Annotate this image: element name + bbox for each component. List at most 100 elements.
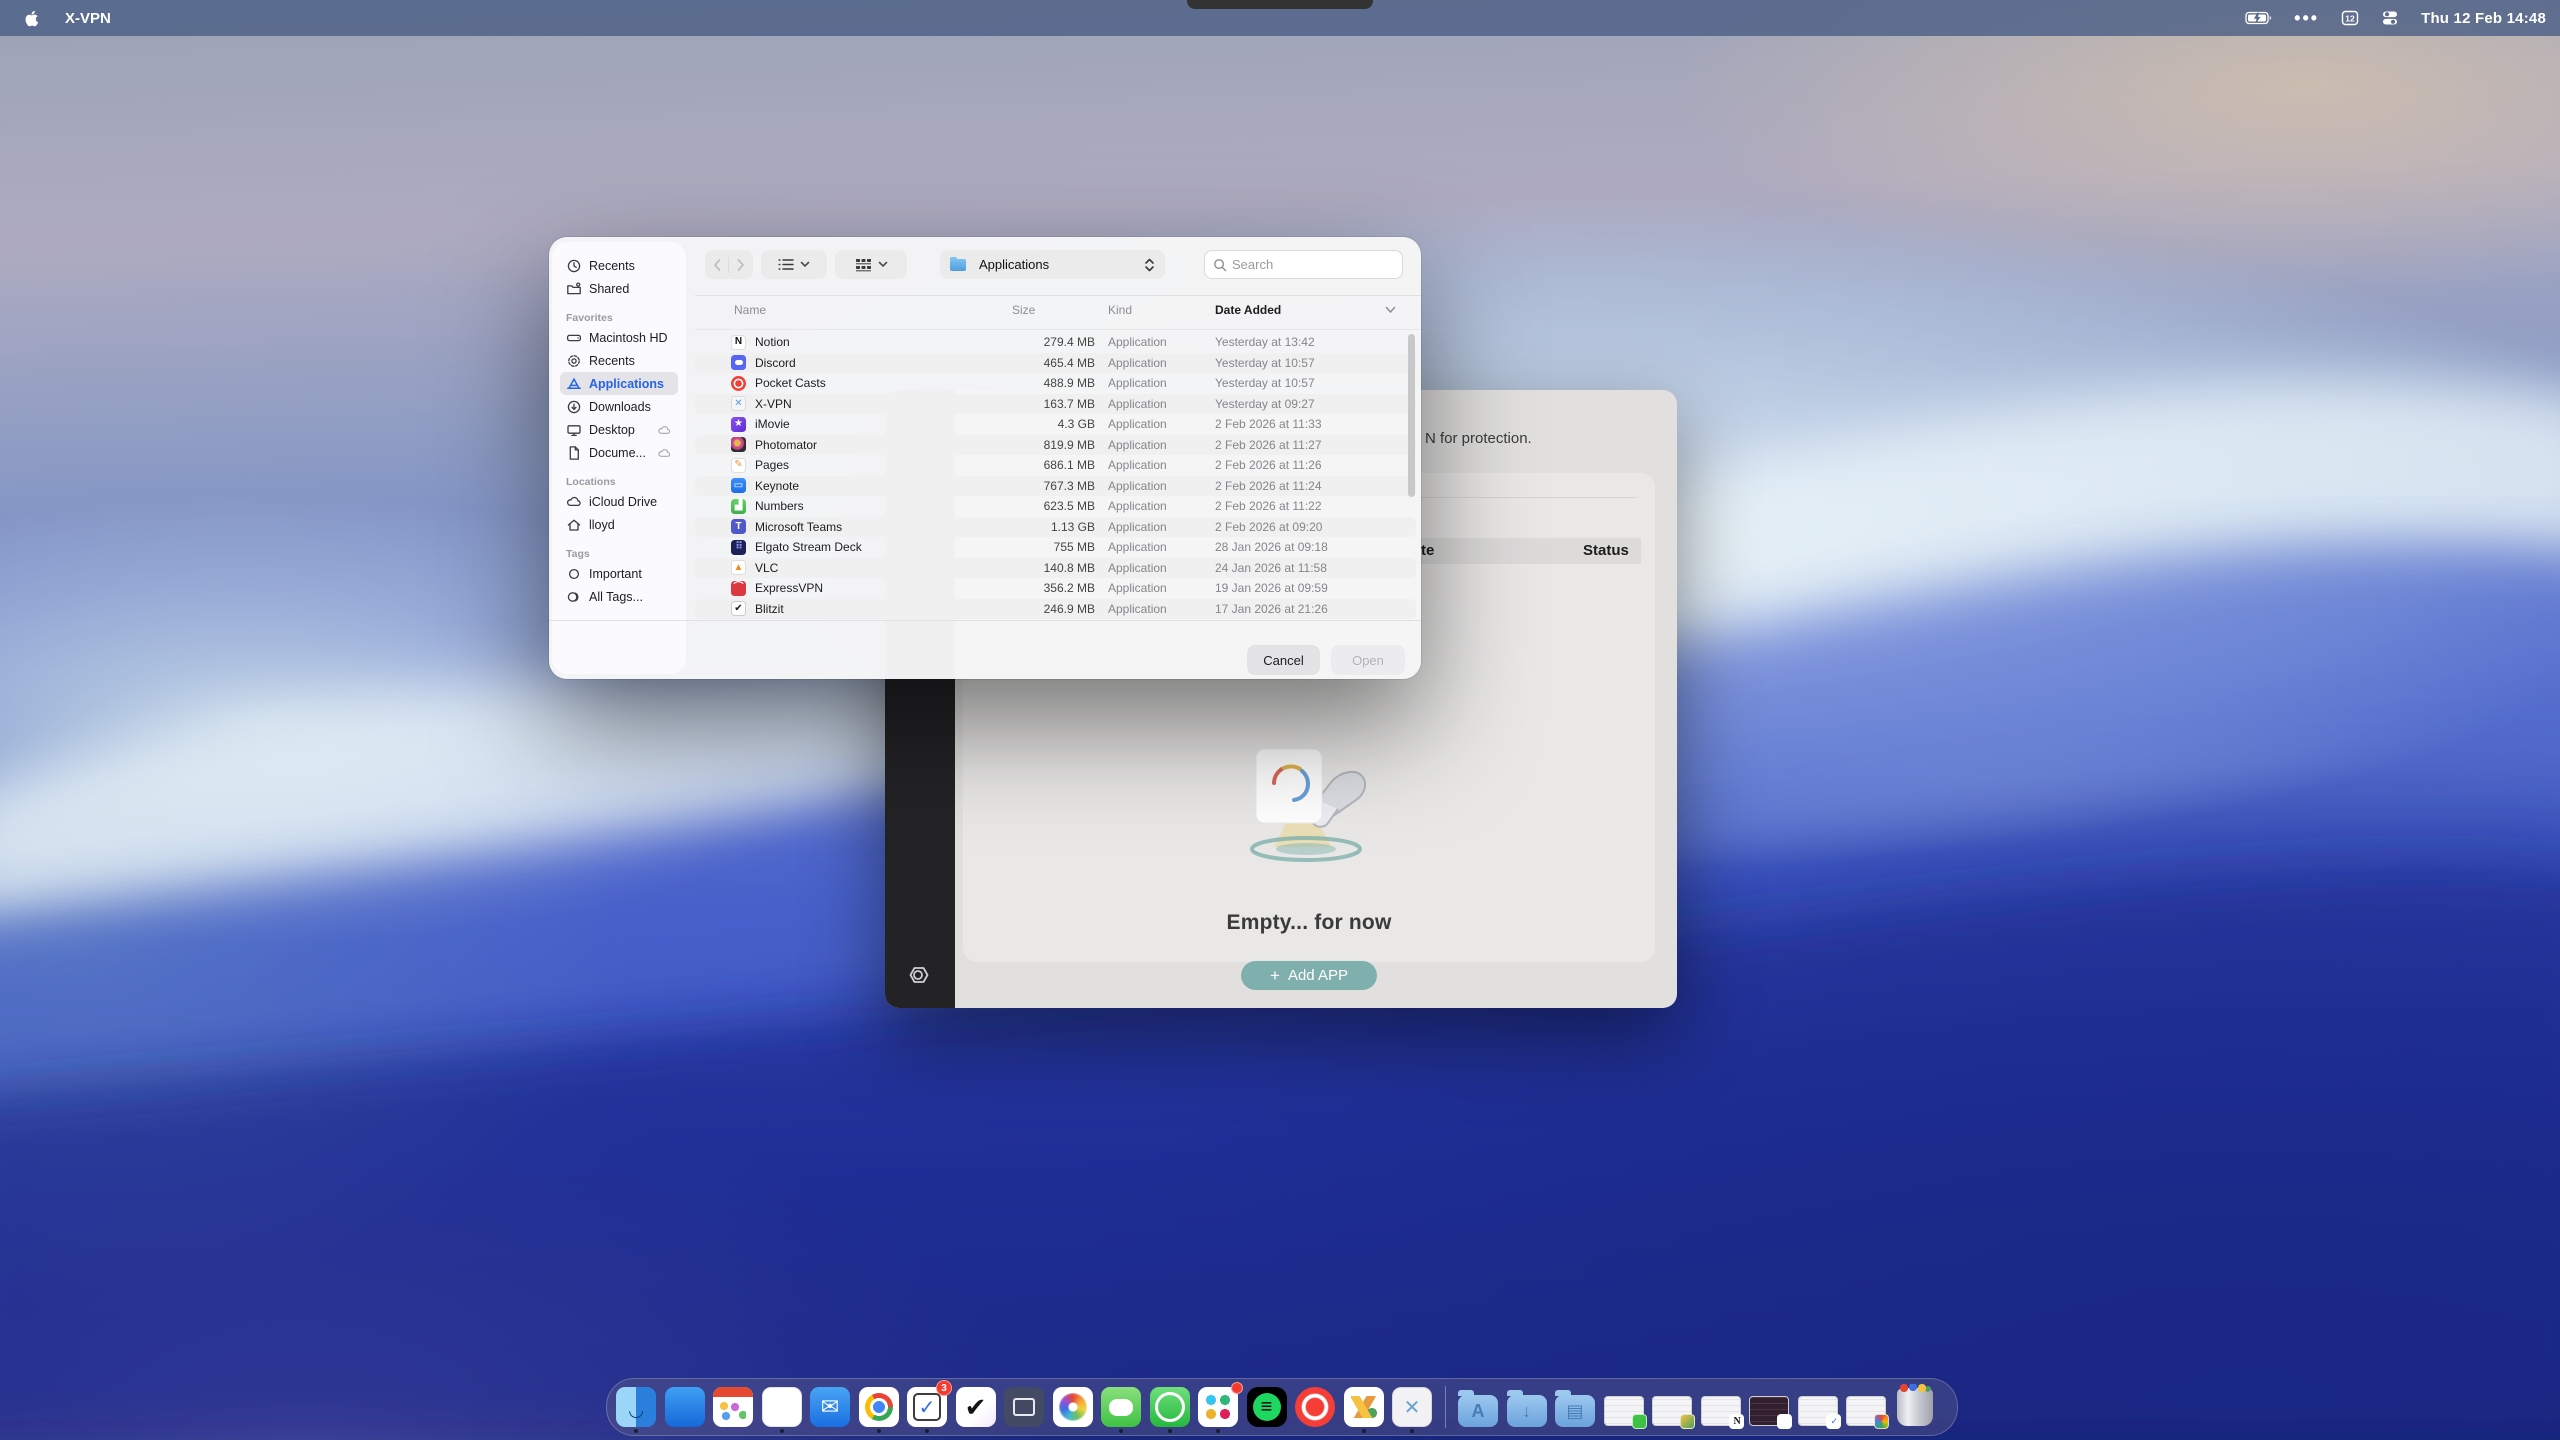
column-header-name[interactable]: Name bbox=[734, 303, 766, 317]
search-input[interactable] bbox=[1232, 257, 1382, 272]
running-indicator-dot bbox=[1362, 1429, 1366, 1433]
file-size: 140.8 MB bbox=[975, 561, 1095, 575]
sidebar-item-desktop[interactable]: Desktop bbox=[560, 418, 678, 441]
dock-item-whatsapp[interactable] bbox=[1150, 1384, 1190, 1430]
ellipsis-menu-icon[interactable]: ••• bbox=[2294, 8, 2319, 29]
menu-clock[interactable]: Thu 12 Feb 14:48 bbox=[2421, 10, 2546, 27]
control-center-icon[interactable] bbox=[2381, 10, 2399, 26]
toolbar-divider bbox=[695, 295, 1421, 296]
table-row[interactable]: Discord465.4 MBApplicationYesterday at 1… bbox=[695, 353, 1416, 374]
dock-item-ads-window[interactable] bbox=[1652, 1384, 1692, 1430]
dock-item-x-vpn[interactable] bbox=[1392, 1384, 1432, 1430]
dock-item-slack-window[interactable] bbox=[1749, 1384, 1789, 1430]
dock-item-applications-folder[interactable]: A bbox=[1458, 1384, 1498, 1430]
sidebar-item-lloyd[interactable]: lloyd bbox=[560, 513, 678, 536]
chrome-icon bbox=[859, 1387, 899, 1427]
dock-item-photos[interactable] bbox=[1053, 1384, 1093, 1430]
column-header-kind[interactable]: Kind bbox=[1108, 303, 1132, 317]
apple-logo-icon[interactable] bbox=[24, 10, 39, 27]
dock-item-trash[interactable] bbox=[1895, 1384, 1935, 1430]
sidebar-item-downloads[interactable]: Downloads bbox=[560, 395, 678, 418]
table-row[interactable]: Pocket Casts488.9 MBApplicationYesterday… bbox=[695, 373, 1416, 394]
blitzit-app-icon: ✔ bbox=[731, 601, 746, 616]
dock-item-notion-window[interactable] bbox=[1701, 1384, 1741, 1430]
dock-item-ads-app[interactable] bbox=[1344, 1384, 1384, 1430]
dock-item-messages-window[interactable] bbox=[1604, 1384, 1644, 1430]
active-app-name[interactable]: X-VPN bbox=[65, 10, 111, 27]
dock-item-finder[interactable] bbox=[616, 1384, 656, 1430]
table-row[interactable]: ✎Pages686.1 MBApplication2 Feb 2026 at 1… bbox=[695, 455, 1416, 476]
location-label: Applications bbox=[979, 257, 1049, 272]
dock-item-calendar[interactable] bbox=[713, 1384, 753, 1430]
table-row[interactable]: ⌒ExpressVPN356.2 MBApplication19 Jan 202… bbox=[695, 578, 1416, 599]
table-row[interactable]: ✕X-VPN163.7 MBApplicationYesterday at 09… bbox=[695, 394, 1416, 415]
table-row[interactable]: ⠿Elgato Stream Deck755 MBApplication28 J… bbox=[695, 537, 1416, 558]
list-scrollbar[interactable] bbox=[1408, 334, 1415, 497]
dock-item-slack[interactable] bbox=[1198, 1384, 1238, 1430]
file-kind: Application bbox=[1108, 356, 1167, 370]
sidebar-item-important[interactable]: Important bbox=[560, 562, 678, 585]
settings-gear-icon[interactable] bbox=[903, 960, 933, 990]
vlc-app-icon: ▲ bbox=[731, 560, 746, 575]
battery-charging-icon[interactable] bbox=[2245, 11, 2272, 25]
table-row[interactable]: Photomator819.9 MBApplication2 Feb 2026 … bbox=[695, 435, 1416, 456]
dock-item-downloads-folder[interactable]: ↓ bbox=[1507, 1384, 1547, 1430]
slack-window-icon bbox=[1749, 1396, 1789, 1426]
table-row[interactable]: ★iMovie4.3 GBApplication2 Feb 2026 at 11… bbox=[695, 414, 1416, 435]
notification-badge bbox=[1231, 1382, 1243, 1394]
messages-window-badge-icon bbox=[1632, 1414, 1647, 1429]
file-name: X-VPN bbox=[755, 397, 792, 411]
dock-item-chrome-window[interactable] bbox=[1846, 1384, 1886, 1430]
dock-item-pocket-casts[interactable] bbox=[1295, 1384, 1335, 1430]
dock-item-mail[interactable] bbox=[810, 1384, 850, 1430]
dock-item-notion[interactable] bbox=[762, 1384, 802, 1430]
dock-item-check-app[interactable] bbox=[956, 1384, 996, 1430]
sidebar-item-macintosh-hd[interactable]: Macintosh HD bbox=[560, 326, 678, 349]
column-header-size[interactable]: Size bbox=[1012, 303, 1035, 317]
sidebar-item-applications[interactable]: Applications bbox=[560, 372, 678, 395]
dock-item-spotify[interactable] bbox=[1247, 1384, 1287, 1430]
cancel-button[interactable]: Cancel bbox=[1247, 645, 1320, 675]
dock-item-messages[interactable] bbox=[1101, 1384, 1141, 1430]
dock-item-things-window[interactable] bbox=[1798, 1384, 1838, 1430]
dock-item-documents-folder[interactable]: ▤ bbox=[1555, 1384, 1595, 1430]
sidebar-item-docume-[interactable]: Docume... bbox=[560, 441, 678, 464]
add-app-button[interactable]: + Add APP bbox=[1241, 961, 1377, 990]
dock-item-chrome[interactable] bbox=[859, 1384, 899, 1430]
file-list: NNotion279.4 MBApplicationYesterday at 1… bbox=[695, 332, 1416, 620]
table-row[interactable]: ▲VLC140.8 MBApplication24 Jan 2026 at 11… bbox=[695, 558, 1416, 579]
file-date-added: 17 Jan 2026 at 21:26 bbox=[1215, 602, 1328, 616]
whatsapp-icon bbox=[1150, 1387, 1190, 1427]
list-view-button[interactable] bbox=[761, 250, 827, 279]
sidebar-item-all-tags-[interactable]: All Tags... bbox=[560, 585, 678, 608]
table-row[interactable]: ✔Blitzit246.9 MBApplication17 Jan 2026 a… bbox=[695, 599, 1416, 620]
nav-buttons[interactable] bbox=[705, 250, 753, 279]
file-date-added: 19 Jan 2026 at 09:59 bbox=[1215, 581, 1328, 595]
dock-item-capture-app[interactable] bbox=[1004, 1384, 1044, 1430]
calendar-menu-icon[interactable]: 12 bbox=[2341, 10, 2359, 26]
group-view-button[interactable] bbox=[835, 250, 907, 279]
sidebar-item-recents[interactable]: Recents bbox=[560, 349, 678, 372]
search-field[interactable] bbox=[1204, 250, 1403, 279]
sidebar-item-label: All Tags... bbox=[589, 590, 643, 604]
sidebar-item-shared[interactable]: Shared bbox=[560, 277, 678, 300]
dock-item-app-store[interactable] bbox=[665, 1384, 705, 1430]
sidebar-item-recents[interactable]: Recents bbox=[560, 254, 678, 277]
table-row[interactable]: ▟Numbers623.5 MBApplication2 Feb 2026 at… bbox=[695, 496, 1416, 517]
dock-item-things[interactable]: 3 bbox=[907, 1384, 947, 1430]
ads-window-badge-icon bbox=[1680, 1414, 1695, 1429]
protection-text-fragment: N for protection. bbox=[1425, 430, 1532, 447]
column-header-date-added[interactable]: Date Added bbox=[1215, 303, 1281, 317]
file-date-added: 2 Feb 2026 at 11:22 bbox=[1215, 499, 1322, 513]
table-row[interactable]: TMicrosoft Teams1.13 GBApplication2 Feb … bbox=[695, 517, 1416, 538]
file-size: 246.9 MB bbox=[975, 602, 1095, 616]
slack-icon bbox=[1198, 1387, 1238, 1427]
sort-chevron-icon[interactable] bbox=[1385, 306, 1396, 314]
app-store-icon bbox=[665, 1387, 705, 1427]
table-row[interactable]: ▭Keynote767.3 MBApplication2 Feb 2026 at… bbox=[695, 476, 1416, 497]
open-button[interactable]: Open bbox=[1331, 645, 1405, 675]
sidebar-item-icloud-drive[interactable]: iCloud Drive bbox=[560, 490, 678, 513]
location-dropdown[interactable]: Applications bbox=[940, 250, 1165, 279]
file-size: 819.9 MB bbox=[975, 438, 1095, 452]
table-row[interactable]: NNotion279.4 MBApplicationYesterday at 1… bbox=[695, 332, 1416, 353]
